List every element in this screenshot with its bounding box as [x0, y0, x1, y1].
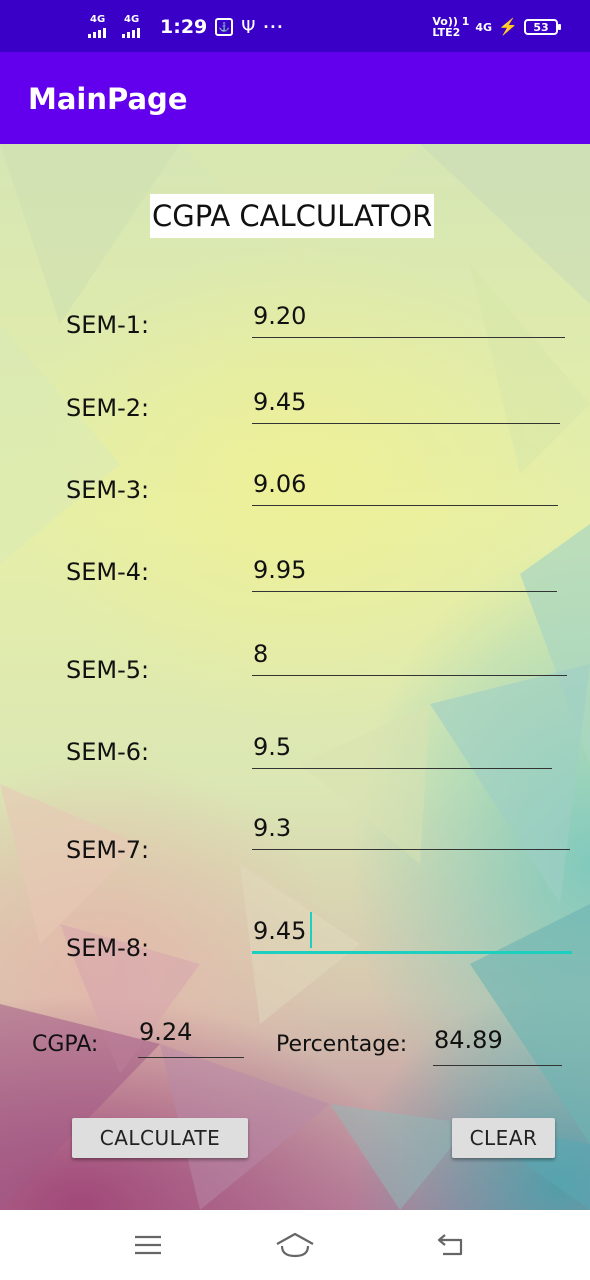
status-bar: 4G 4G 1:29 ⚓ Ψ ··· Vo)) 1 LTE2 4G ⚡ 53: [0, 0, 590, 52]
app-bar: MainPage: [0, 52, 590, 144]
battery-icon: 53: [524, 19, 561, 35]
sem-2-input[interactable]: [252, 386, 560, 424]
clear-button[interactable]: CLEAR: [452, 1118, 555, 1158]
usb-icon: Ψ: [241, 16, 256, 38]
battery-level: 53: [533, 20, 549, 34]
sem-4-label: SEM-4:: [66, 558, 150, 586]
sem-3-input[interactable]: [252, 468, 558, 506]
network-type-1: 4G: [90, 14, 106, 25]
sem-6-input[interactable]: [252, 731, 552, 769]
sem-6-label: SEM-6:: [66, 738, 150, 766]
sem-4-input[interactable]: [252, 554, 557, 592]
sem-2-label: SEM-2:: [66, 394, 150, 422]
app-bar-title: MainPage: [28, 82, 188, 116]
signal-icon-sim1: 4G: [88, 14, 114, 38]
menu-icon[interactable]: [124, 1222, 172, 1268]
status-right: Vo)) 1 LTE2 4G ⚡ 53: [432, 12, 561, 42]
more-notifications-icon: ···: [263, 16, 285, 37]
signal-icon-sim2: 4G: [122, 14, 148, 38]
network-type-right: 4G: [475, 20, 493, 34]
sem-5-label: SEM-5:: [66, 656, 150, 684]
network-type-2: 4G: [124, 14, 140, 25]
cgpa-value: 9.24: [138, 1018, 244, 1058]
status-time: 1:29: [160, 16, 208, 38]
percentage-value: 84.89: [433, 1026, 562, 1066]
volte-indicator: Vo)) 1 LTE2: [432, 16, 469, 38]
volte-line2: LTE2: [432, 26, 461, 39]
percentage-label: Percentage:: [276, 1032, 408, 1057]
text-cursor: [310, 912, 312, 948]
calculator-screen: CGPA CALCULATOR SEM-1: SEM-2: SEM-3: SEM…: [0, 144, 590, 1210]
home-icon[interactable]: [271, 1222, 319, 1268]
calculator-title: CGPA CALCULATOR: [150, 194, 435, 238]
sem-1-label: SEM-1:: [66, 311, 150, 339]
sem-8-input[interactable]: [252, 916, 572, 954]
sem-3-label: SEM-3:: [66, 476, 150, 504]
navigation-bar: [0, 1210, 590, 1280]
cgpa-label: CGPA:: [32, 1032, 99, 1057]
sem-7-label: SEM-7:: [66, 836, 150, 864]
sem-5-input[interactable]: [252, 638, 567, 676]
status-left: 4G 4G 1:29 ⚓ Ψ ···: [88, 14, 284, 40]
charging-icon: ⚡: [498, 19, 518, 36]
back-icon[interactable]: [426, 1222, 474, 1268]
notification-app-icon: ⚓: [215, 18, 234, 36]
sem-1-input[interactable]: [252, 300, 565, 338]
sem-8-label: SEM-8:: [66, 934, 150, 962]
calculate-button[interactable]: CALCULATE: [72, 1118, 248, 1158]
sem-7-input[interactable]: [252, 812, 570, 850]
